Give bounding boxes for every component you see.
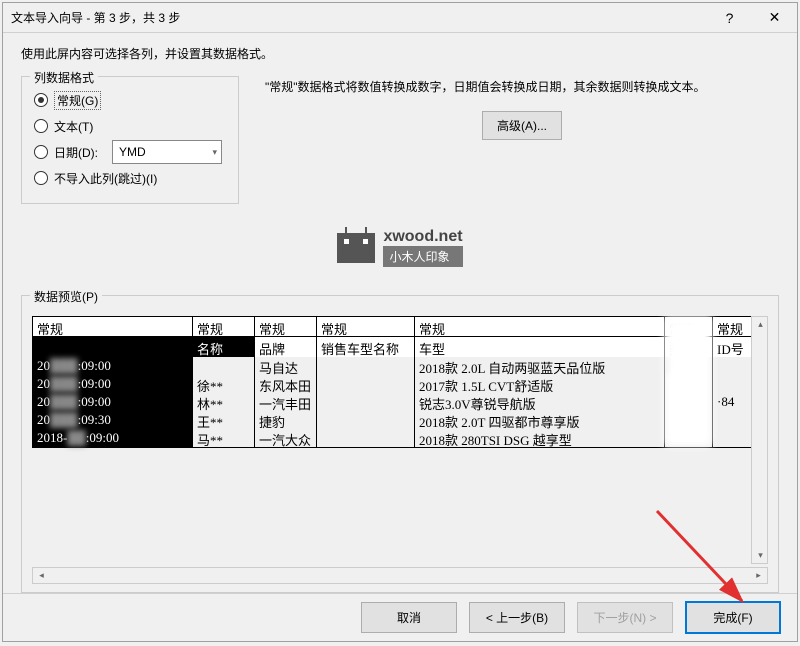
format-description: "常规"数据格式将数值转换成数字，日期值会转换成日期，其余数据则转换成文本。 (265, 78, 779, 97)
radio-icon (34, 145, 48, 159)
radio-icon (34, 93, 48, 107)
wizard-window: 文本导入向导 - 第 3 步，共 3 步 ? ✕ 使用此屏内容可选择各列，并设置… (2, 2, 798, 642)
preview-table[interactable]: 常规 20███:09:00 20███:09:00 20███:09:00 2… (32, 316, 768, 563)
scroll-up-icon[interactable]: ▴ (752, 317, 769, 332)
cancel-button[interactable]: 取消 (361, 602, 457, 633)
radio-general[interactable]: 常规(G) (34, 87, 226, 113)
finish-button[interactable]: 完成(F) (685, 601, 781, 634)
titlebar: 文本导入向导 - 第 3 步，共 3 步 ? ✕ (3, 3, 797, 33)
watermark-logo: xwood.net 小木人印象 (21, 228, 779, 267)
content-area: 使用此屏内容可选择各列，并设置其数据格式。 列数据格式 常规(G) 文本(T) (3, 33, 797, 593)
back-button[interactable]: < 上一步(B) (469, 602, 565, 633)
scroll-down-icon[interactable]: ▾ (752, 548, 769, 563)
scroll-right-icon[interactable]: ▸ (750, 568, 767, 583)
preview-title: 数据预览(P) (30, 288, 102, 305)
footer-buttons: 取消 < 上一步(B) 下一步(N) > 完成(F) (3, 593, 797, 641)
preview-group: 数据预览(P) 常规 20███:09:00 20███:09:00 20███… (21, 295, 779, 593)
date-format-select[interactable]: YMD ▾ (112, 140, 222, 164)
chevron-down-icon: ▾ (212, 147, 217, 158)
scroll-left-icon[interactable]: ◂ (33, 568, 50, 583)
advanced-button[interactable]: 高级(A)... (482, 111, 562, 140)
next-button: 下一步(N) > (577, 602, 673, 633)
instruction-text: 使用此屏内容可选择各列，并设置其数据格式。 (21, 45, 779, 62)
radio-text[interactable]: 文本(T) (34, 113, 226, 139)
vertical-scrollbar[interactable]: ▴ ▾ (751, 316, 768, 564)
group-title: 列数据格式 (30, 69, 98, 86)
window-title: 文本导入向导 - 第 3 步，共 3 步 (11, 9, 707, 26)
column-format-group: 列数据格式 常规(G) 文本(T) 日期(D): YMD (21, 76, 239, 204)
radio-skip[interactable]: 不导入此列(跳过)(I) (34, 165, 226, 191)
horizontal-scrollbar[interactable]: ◂ ▸ (32, 567, 768, 584)
radio-date[interactable]: 日期(D): YMD ▾ (34, 139, 226, 165)
help-button[interactable]: ? (707, 3, 752, 32)
radio-icon (34, 171, 48, 185)
robot-icon (337, 233, 375, 263)
radio-icon (34, 119, 48, 133)
close-button[interactable]: ✕ (752, 3, 797, 32)
